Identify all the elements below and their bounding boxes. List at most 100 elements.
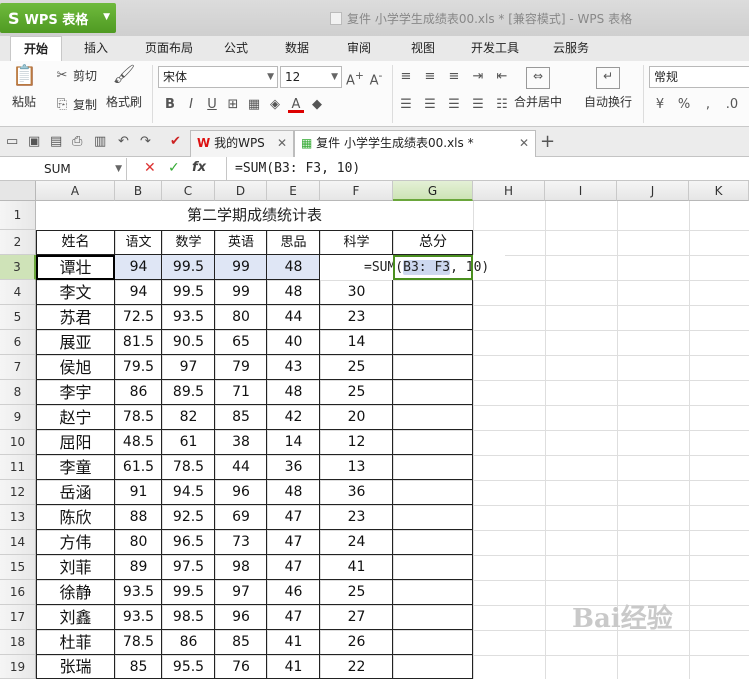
score-cell[interactable]: 79.5 bbox=[115, 355, 162, 380]
new-tab-icon[interactable]: + bbox=[540, 131, 555, 152]
header-cell[interactable]: 姓名 bbox=[36, 230, 115, 255]
score-cell[interactable]: 12 bbox=[320, 430, 393, 455]
score-cell[interactable]: 88 bbox=[115, 505, 162, 530]
row-header[interactable]: 11 bbox=[0, 455, 36, 480]
print-icon[interactable]: ⎙ bbox=[72, 134, 82, 149]
score-cell[interactable]: 61 bbox=[162, 430, 215, 455]
percent-icon[interactable]: % bbox=[676, 97, 692, 113]
name-cell[interactable]: 张瑞 bbox=[36, 655, 115, 679]
score-cell[interactable]: 98.5 bbox=[162, 605, 215, 630]
score-cell[interactable]: 41 bbox=[320, 555, 393, 580]
score-cell[interactable]: 42 bbox=[267, 405, 320, 430]
row-header[interactable]: 8 bbox=[0, 380, 36, 405]
name-cell[interactable]: 展亚 bbox=[36, 330, 115, 355]
name-cell[interactable]: 苏君 bbox=[36, 305, 115, 330]
score-cell[interactable]: 90.5 bbox=[162, 330, 215, 355]
border-icon[interactable]: ⊞ bbox=[225, 97, 241, 113]
score-cell[interactable]: 85 bbox=[215, 405, 267, 430]
font-size-select[interactable]: 12 ▼ bbox=[280, 66, 342, 88]
name-cell[interactable]: 赵宁 bbox=[36, 405, 115, 430]
undo-icon[interactable]: ↶ bbox=[118, 134, 129, 149]
name-cell[interactable]: 刘鑫 bbox=[36, 605, 115, 630]
score-cell[interactable]: 72.5 bbox=[115, 305, 162, 330]
score-cell[interactable]: 25 bbox=[320, 380, 393, 405]
score-cell[interactable]: 76 bbox=[215, 655, 267, 679]
row-header[interactable]: 7 bbox=[0, 355, 36, 380]
score-cell[interactable]: 99 bbox=[215, 280, 267, 305]
name-cell[interactable]: 屈阳 bbox=[36, 430, 115, 455]
merge-center-button[interactable]: ⇔ 合并居中 bbox=[514, 67, 562, 110]
name-cell[interactable]: 岳涵 bbox=[36, 480, 115, 505]
column-header-i[interactable]: I bbox=[545, 181, 617, 201]
score-cell[interactable]: 99 bbox=[215, 255, 267, 280]
underline-icon[interactable]: U bbox=[204, 97, 220, 113]
row-header[interactable]: 5 bbox=[0, 305, 36, 330]
name-cell[interactable]: 李文 bbox=[36, 280, 115, 305]
score-cell[interactable]: 40 bbox=[267, 330, 320, 355]
column-header-e[interactable]: E bbox=[267, 181, 320, 201]
name-cell[interactable]: 侯旭 bbox=[36, 355, 115, 380]
score-cell[interactable]: 71 bbox=[215, 380, 267, 405]
close-icon[interactable]: ✕ bbox=[277, 131, 287, 156]
folder-icon[interactable]: ▭ bbox=[6, 134, 18, 149]
align-right-icon[interactable]: ☰ bbox=[446, 97, 462, 113]
score-cell[interactable]: 85 bbox=[215, 630, 267, 655]
clear-format-icon[interactable]: ◆ bbox=[309, 97, 325, 113]
score-cell[interactable]: 23 bbox=[320, 305, 393, 330]
score-cell[interactable]: 80 bbox=[215, 305, 267, 330]
score-cell[interactable]: 47 bbox=[267, 530, 320, 555]
score-cell[interactable]: 48.5 bbox=[115, 430, 162, 455]
score-cell[interactable]: 99.5 bbox=[162, 255, 215, 280]
confirm-icon[interactable]: ✓ bbox=[168, 160, 180, 176]
align-left-icon[interactable]: ☰ bbox=[398, 97, 414, 113]
score-cell[interactable]: 20 bbox=[320, 405, 393, 430]
name-cell[interactable]: 方伟 bbox=[36, 530, 115, 555]
score-cell[interactable]: 24 bbox=[320, 530, 393, 555]
score-cell[interactable]: 80 bbox=[115, 530, 162, 555]
row-header[interactable]: 4 bbox=[0, 280, 36, 305]
score-cell[interactable]: 94 bbox=[115, 255, 162, 280]
name-cell[interactable]: 刘菲 bbox=[36, 555, 115, 580]
tab-page-layout[interactable]: 页面布局 bbox=[130, 36, 208, 61]
score-cell[interactable]: 41 bbox=[267, 655, 320, 679]
column-header-b[interactable]: B bbox=[115, 181, 162, 201]
score-cell[interactable]: 79 bbox=[215, 355, 267, 380]
row-header[interactable]: 10 bbox=[0, 430, 36, 455]
score-cell[interactable]: 27 bbox=[320, 605, 393, 630]
header-cell[interactable]: 数学 bbox=[162, 230, 215, 255]
tab-view[interactable]: 视图 bbox=[388, 36, 458, 61]
cut-button[interactable]: ✂ 剪切 bbox=[54, 67, 97, 84]
score-cell[interactable]: 85 bbox=[115, 655, 162, 679]
score-cell[interactable]: 14 bbox=[267, 430, 320, 455]
score-cell[interactable]: 23 bbox=[320, 505, 393, 530]
row-header[interactable]: 12 bbox=[0, 480, 36, 505]
print-preview-icon[interactable]: ▥ bbox=[94, 134, 106, 149]
score-cell[interactable]: 30 bbox=[320, 280, 393, 305]
decrease-font-icon[interactable]: A- bbox=[368, 68, 384, 88]
row-header[interactable]: 2 bbox=[0, 230, 36, 255]
score-cell[interactable]: 93.5 bbox=[162, 305, 215, 330]
column-header-g[interactable]: G bbox=[393, 181, 473, 201]
score-cell[interactable]: 61.5 bbox=[115, 455, 162, 480]
currency-icon[interactable]: ¥ bbox=[652, 97, 668, 113]
score-cell[interactable]: 44 bbox=[215, 455, 267, 480]
font-name-select[interactable]: 宋体 ▼ bbox=[158, 66, 278, 88]
wrap-text-button[interactable]: ↵ 自动换行 bbox=[584, 67, 632, 110]
align-bottom-icon[interactable]: ≡ bbox=[446, 69, 462, 85]
pin-icon[interactable]: ✔ bbox=[170, 134, 181, 149]
align-middle-icon[interactable]: ≡ bbox=[422, 69, 438, 85]
format-painter-button[interactable]: 🖌 格式刷 bbox=[106, 66, 142, 110]
font-color-icon[interactable]: A bbox=[288, 97, 304, 113]
sheet-title[interactable]: 第二学期成绩统计表 bbox=[36, 201, 473, 230]
row-header[interactable]: 15 bbox=[0, 555, 36, 580]
thousands-icon[interactable]: , bbox=[700, 97, 716, 113]
score-cell[interactable]: 48 bbox=[267, 280, 320, 305]
tab-home[interactable]: 开始 bbox=[10, 36, 62, 61]
column-header-k[interactable]: K bbox=[689, 181, 749, 201]
select-all-corner[interactable] bbox=[0, 181, 36, 201]
row-header[interactable]: 18 bbox=[0, 630, 36, 655]
name-cell[interactable]: 杜菲 bbox=[36, 630, 115, 655]
score-cell[interactable]: 81.5 bbox=[115, 330, 162, 355]
row-header[interactable]: 16 bbox=[0, 580, 36, 605]
score-cell[interactable]: 73 bbox=[215, 530, 267, 555]
